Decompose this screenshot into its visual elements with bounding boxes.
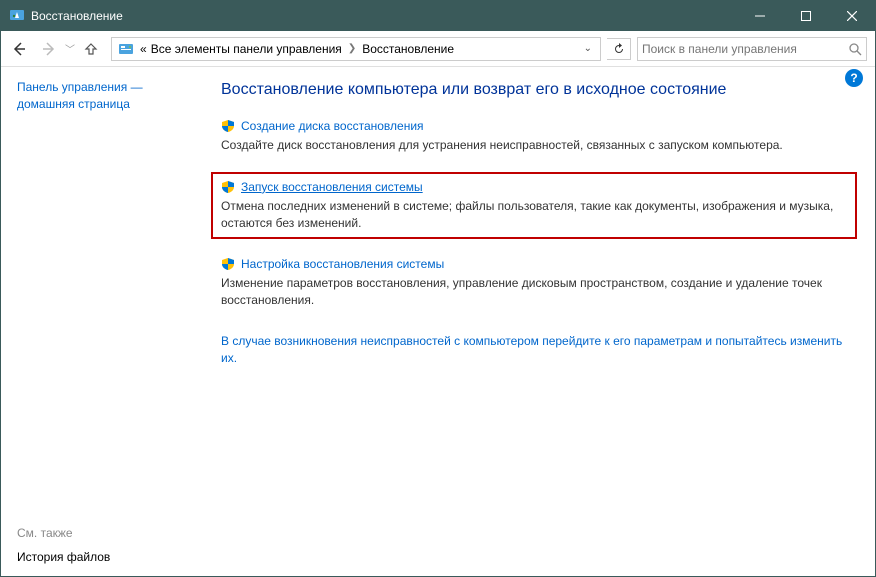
create-recovery-disk-link[interactable]: Создание диска восстановления	[241, 119, 424, 133]
action-block-system-restore: Запуск восстановления системы Отмена пос…	[211, 172, 857, 240]
sidebar: Панель управления — домашняя страница См…	[1, 67, 201, 576]
search-icon	[848, 42, 862, 56]
create-recovery-disk-desc: Создайте диск восстановления для устране…	[221, 137, 847, 154]
window-controls	[737, 1, 875, 31]
shield-icon	[221, 119, 235, 133]
arrow-up-icon	[84, 42, 98, 56]
chevron-down-icon[interactable]: ⌄	[578, 43, 598, 54]
back-button[interactable]	[5, 35, 33, 63]
file-history-link[interactable]: История файлов	[17, 550, 110, 564]
recovery-icon	[9, 8, 25, 24]
up-button[interactable]	[77, 35, 105, 63]
see-also-label: См. также	[17, 526, 110, 540]
configure-restore-desc: Изменение параметров восстановления, упр…	[221, 275, 847, 309]
breadcrumb-1[interactable]: Все элементы панели управления	[149, 42, 344, 56]
close-icon	[847, 11, 857, 21]
system-restore-desc: Отмена последних изменений в системе; фа…	[221, 198, 847, 232]
search-input[interactable]	[642, 42, 848, 56]
control-panel-icon	[118, 41, 134, 57]
main-content: ? Восстановление компьютера или возврат …	[201, 67, 875, 576]
minimize-icon	[755, 11, 765, 21]
history-dropdown-icon[interactable]: ﹀	[65, 41, 75, 56]
configure-restore-link[interactable]: Настройка восстановления системы	[241, 257, 444, 271]
body-wrap: Панель управления — домашняя страница См…	[1, 67, 875, 576]
arrow-left-icon	[11, 41, 27, 57]
close-button[interactable]	[829, 1, 875, 31]
shield-icon	[221, 257, 235, 271]
pc-settings-link[interactable]: В случае возникновения неисправностей с …	[221, 333, 847, 367]
maximize-button[interactable]	[783, 1, 829, 31]
window-titlebar: Восстановление	[1, 1, 875, 31]
breadcrumb-2[interactable]: Восстановление	[360, 42, 456, 56]
shield-icon	[221, 180, 235, 194]
sidebar-home-link-l2: домашняя страница	[17, 96, 185, 113]
search-field-wrap[interactable]	[637, 37, 867, 61]
address-field[interactable]: « Все элементы панели управления ❯ Восст…	[111, 37, 601, 61]
action-block-create-recovery-disk: Создание диска восстановления Создайте д…	[221, 119, 847, 154]
maximize-icon	[801, 11, 811, 21]
system-restore-link[interactable]: Запуск восстановления системы	[241, 180, 423, 194]
forward-button[interactable]	[35, 35, 63, 63]
breadcrumb-prefix: «	[138, 42, 149, 56]
action-block-configure-restore: Настройка восстановления системы Изменен…	[221, 257, 847, 309]
minimize-button[interactable]	[737, 1, 783, 31]
sidebar-home-link-l1: Панель управления —	[17, 79, 185, 96]
refresh-icon	[613, 43, 625, 55]
sidebar-bottom: См. также История файлов	[17, 526, 110, 564]
address-bar: ﹀ « Все элементы панели управления ❯ Вос…	[1, 31, 875, 67]
sidebar-home-link[interactable]: Панель управления — домашняя страница	[17, 79, 185, 113]
arrow-right-icon	[41, 41, 57, 57]
window-title: Восстановление	[31, 9, 737, 23]
page-heading: Восстановление компьютера или возврат ег…	[221, 81, 847, 99]
help-button[interactable]: ?	[845, 69, 863, 87]
chevron-right-icon[interactable]: ❯	[344, 43, 360, 54]
refresh-button[interactable]	[607, 38, 631, 60]
